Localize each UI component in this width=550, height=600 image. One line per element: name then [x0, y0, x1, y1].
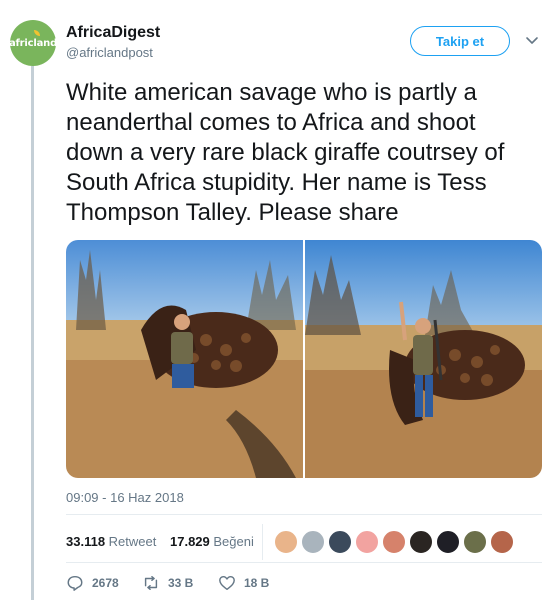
retweet-action-count: 33 B — [168, 576, 194, 590]
tweet-text: White american savage who is partly a ne… — [66, 79, 505, 226]
tweet-photo-2[interactable] — [305, 240, 542, 478]
avatar-logo-text: africland — [8, 37, 58, 49]
divider — [66, 514, 542, 515]
reply-button[interactable]: 2678 — [66, 574, 119, 592]
divider — [66, 562, 542, 563]
username-handle[interactable]: @africlandpost — [66, 45, 153, 60]
display-name[interactable]: AfricaDigest — [66, 24, 160, 42]
like-button[interactable]: 18 B — [218, 574, 269, 592]
liker-avatar[interactable] — [382, 530, 406, 554]
logo-leaf-icon — [34, 30, 40, 36]
media-grid — [66, 240, 542, 478]
liker-avatar[interactable] — [355, 530, 379, 554]
retweet-button[interactable]: 33 B — [142, 574, 193, 592]
liker-avatar[interactable] — [436, 530, 460, 554]
stats-separator — [262, 524, 263, 560]
like-label: Beğeni — [213, 534, 254, 549]
thread-line — [31, 66, 34, 600]
liker-avatar[interactable] — [463, 530, 487, 554]
tweet-header: africland AfricaDigest @africlandpost Ta… — [8, 20, 540, 66]
heart-icon — [219, 575, 235, 591]
liker-avatar[interactable] — [274, 530, 298, 554]
retweet-label: Retweet — [108, 534, 157, 549]
reply-count: 2678 — [92, 576, 119, 590]
like-action-count: 18 B — [244, 576, 270, 590]
retweet-count: 33.118 — [66, 534, 106, 549]
follow-button[interactable]: Takip et — [410, 26, 510, 56]
tweet-photo-1[interactable] — [66, 240, 303, 478]
liker-avatars — [274, 530, 514, 554]
like-count: 17.829 — [170, 534, 210, 549]
liker-avatar[interactable] — [490, 530, 514, 554]
reply-icon — [67, 575, 83, 591]
tweet-actions: 2678 33 B 18 B — [66, 574, 366, 594]
avatar[interactable]: africland — [8, 20, 58, 66]
liker-avatar[interactable] — [301, 530, 325, 554]
liker-avatar[interactable] — [409, 530, 433, 554]
retweet-stat[interactable]: 33.118 Retweet — [66, 534, 156, 549]
tweet-timestamp[interactable]: 09:09 - 16 Haz 2018 — [66, 490, 184, 505]
like-stat[interactable]: 17.829 Beğeni — [170, 534, 254, 549]
retweet-icon — [144, 575, 158, 591]
chevron-down-icon[interactable] — [524, 32, 540, 48]
tweet-stats: 33.118 Retweet 17.829 Beğeni — [66, 524, 542, 560]
liker-avatar[interactable] — [328, 530, 352, 554]
